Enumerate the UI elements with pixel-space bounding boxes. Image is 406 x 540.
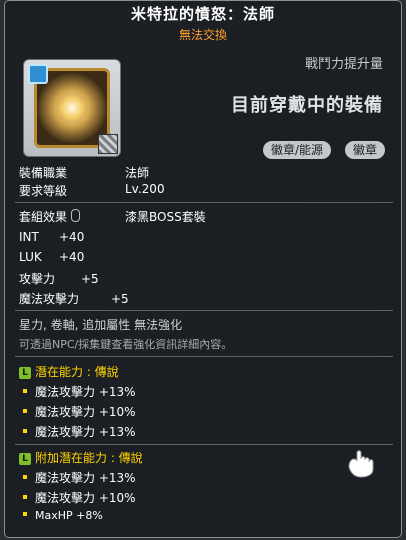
item-tooltip: 米特拉的憤怒：法師 無法交換 戰鬥力提升量 目前穿戴中的裝備 徽章/能源 徽章 … (4, 0, 402, 538)
cursor-hand-icon (348, 450, 374, 478)
currently-equipped-label: 目前穿戴中的裝備 (231, 95, 383, 116)
stat-luk: LUK +40 (19, 250, 85, 264)
potential-line: 魔法攻擊力 +13% (23, 383, 136, 400)
bonus-potential-line: 魔法攻擊力 +10% (23, 489, 136, 506)
legendary-grade-icon: L (19, 453, 31, 465)
legendary-grade-icon: L (19, 367, 31, 379)
job-label: 裝備職業 (19, 166, 68, 180)
item-icon-frame (23, 59, 121, 157)
set-effect-label: 套組效果 (19, 208, 81, 225)
job-value: 法師 (125, 166, 150, 180)
level-label: 要求等級 (19, 184, 68, 198)
item-title: 米特拉的憤怒：法師 (130, 5, 275, 23)
emblem-type-icon (28, 64, 48, 84)
potential-line: 魔法攻擊力 +10% (23, 403, 136, 420)
chip-emblem-energy: 徽章/能源 (262, 141, 331, 159)
mouse-icon (71, 209, 81, 222)
set-effect-value: 漆黑BOSS套裝 (125, 210, 206, 224)
trade-restriction: 無法交換 (178, 28, 227, 42)
potential-line: 魔法攻擊力 +13% (23, 423, 136, 440)
stat-magic-attack: 魔法攻擊力 +5 (19, 292, 129, 306)
divider (15, 202, 393, 203)
bonus-potential-header: L 附加潛在能力 : 傳說 (19, 449, 143, 466)
lock-grid-icon (98, 134, 118, 154)
bonus-potential-line: MaxHP +8% (23, 509, 103, 522)
stat-attack: 攻擊力 +5 (19, 272, 99, 286)
chip-emblem: 徽章 (344, 141, 385, 159)
divider (15, 356, 393, 357)
potential-header: L 潛在能力 : 傳說 (19, 363, 119, 380)
enhance-note: 星力, 卷軸, 追加屬性 無法強化 (19, 318, 183, 332)
bonus-potential-line: 魔法攻擊力 +13% (23, 469, 136, 486)
power-increase-label: 戰鬥力提升量 (304, 57, 383, 72)
divider (15, 444, 393, 445)
enhance-info-note: 可透過NPC/採集鍵查看強化資訊詳細內容。 (19, 338, 233, 351)
stat-int: INT +40 (19, 230, 85, 244)
level-value: Lv.200 (125, 182, 165, 196)
divider (15, 310, 393, 311)
